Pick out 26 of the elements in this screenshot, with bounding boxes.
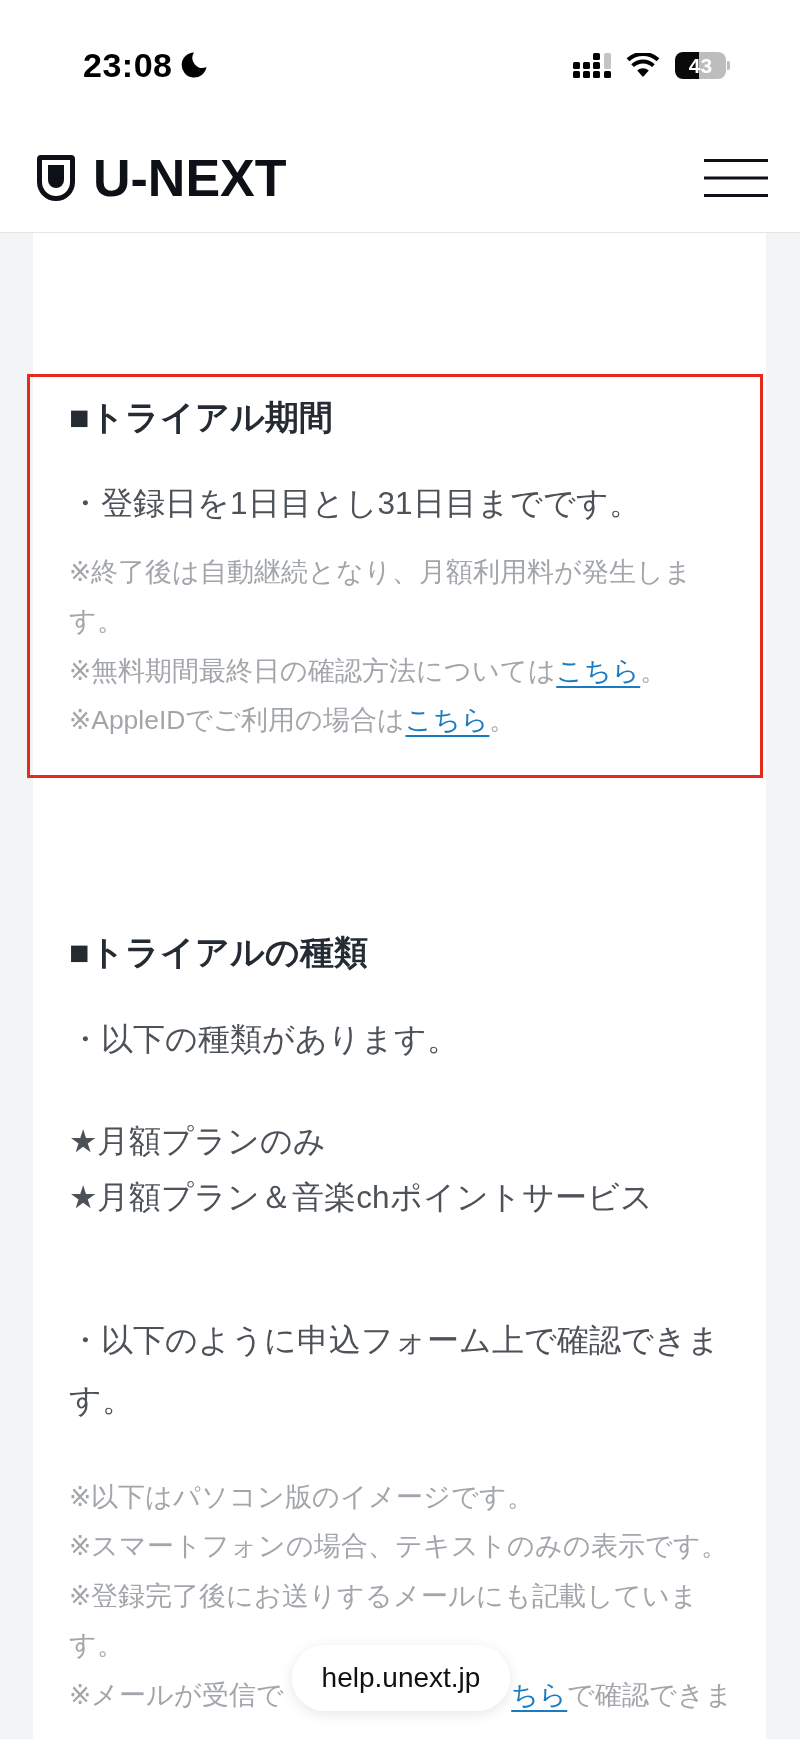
note-text: で確認できま [567,1678,734,1712]
note-text: ※終了後は自動継続となり、月額利用料が発生します。 [69,555,694,638]
menu-icon [704,159,768,197]
section-heading: ■トライアル期間 [69,397,334,438]
status-time: 23:08 [83,48,173,82]
text-link[interactable]: ちら [511,1670,568,1720]
plan-item: ★月額プラン＆音楽chポイントサービス [69,1177,654,1217]
note-text: ※メールが受信で [69,1678,285,1712]
wifi-icon [626,53,660,77]
logo-text: U-NEXT [93,152,287,204]
text-link[interactable]: こちら [556,655,641,686]
body-text: ・登録日を1日目とし31日目までです。 [69,484,642,523]
section-heading: ■トライアルの種類 [69,931,369,973]
shield-logo-icon [37,155,75,201]
signal-icon [573,52,611,78]
plan-item: ★月額プランのみ [69,1121,328,1161]
note-text: ※AppleIDでご利用の場合は こちら。 [69,704,518,737]
note-text: ※無料期間最終日の確認方法については こちら。 [69,654,669,688]
menu-button[interactable] [704,159,768,197]
body-text: ・以下のように申込フォーム上で確認できます。 [69,1320,721,1420]
text-link[interactable]: こちら [405,705,490,735]
address-bar[interactable]: help.unext.jp [292,1645,510,1711]
note-text: ※以下はパソコン版のイメージです。 [69,1480,536,1514]
body-text: ・以下の種類があります。 [69,1019,460,1059]
moon-icon [181,52,208,78]
note-text: ※スマートフォンの場合、テキストのみの表示です。 [69,1530,730,1563]
